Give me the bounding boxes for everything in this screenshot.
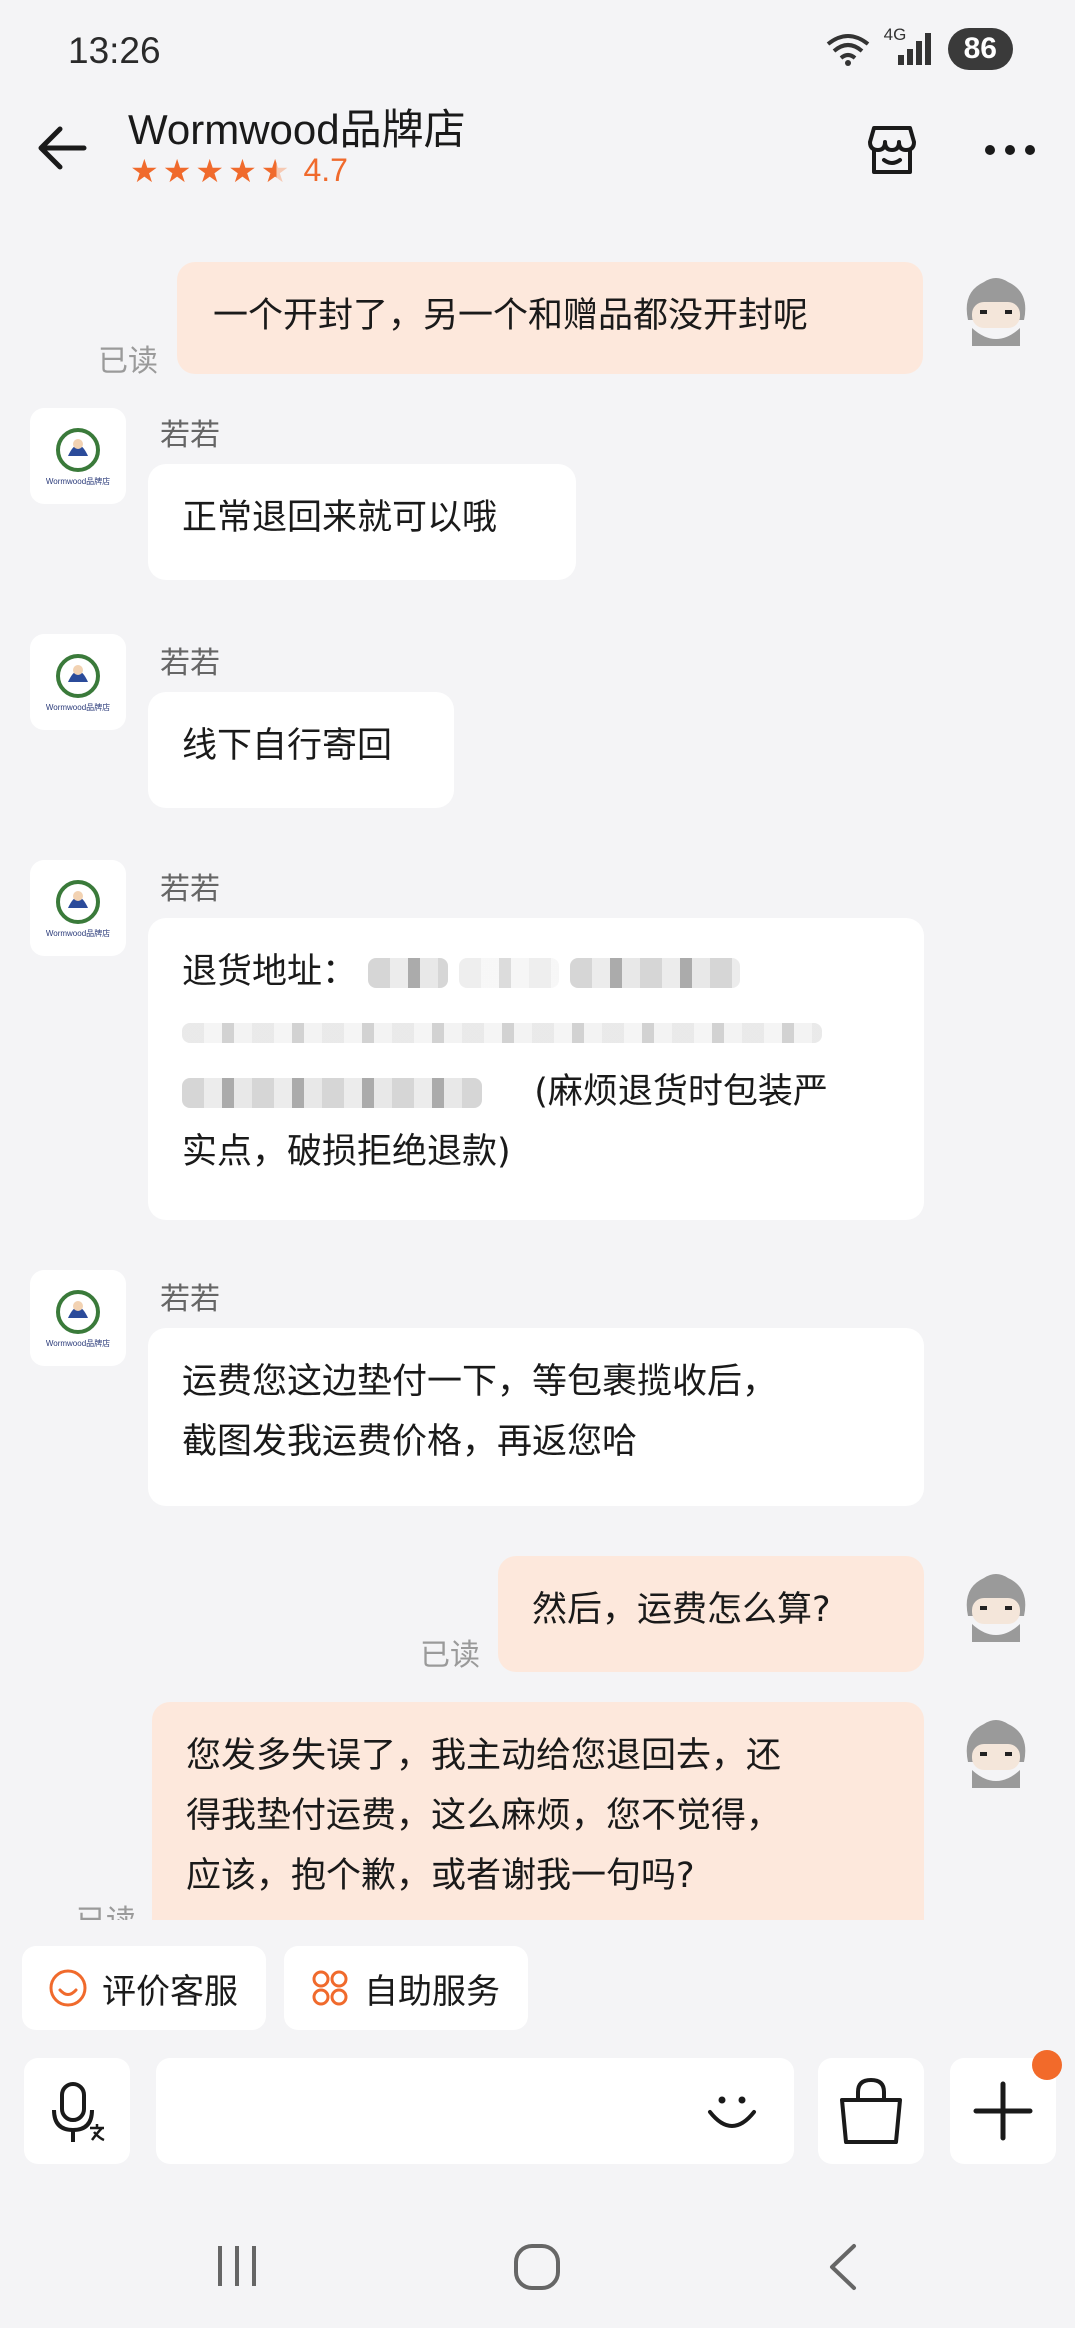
cell-signal-icon: 4G <box>884 25 934 67</box>
shop-logo-text: Wormwood品牌店 <box>45 928 111 938</box>
smile-icon <box>49 1969 87 2007</box>
read-receipt: 已读 <box>76 1896 136 1920</box>
my-message-bubble[interactable]: 一个开封了，另一个和赠品都没开封呢 <box>177 262 923 374</box>
shop-avatar[interactable]: Wormwood品牌店 <box>30 860 126 956</box>
rate-service-button[interactable]: 评价客服 <box>22 1946 266 2030</box>
store-icon[interactable] <box>862 120 922 180</box>
nav-back-icon[interactable] <box>822 2242 862 2292</box>
message-line: 运费您这边垫付一下，等包裹揽收后， <box>182 1362 778 1402</box>
wifi-icon <box>826 34 869 66</box>
star-icon: ★ <box>130 151 159 190</box>
wormwood-logo-icon <box>56 653 100 698</box>
product-button[interactable] <box>818 2058 924 2164</box>
shop-logo-text: Wormwood品牌店 <box>45 702 111 712</box>
redacted-text <box>459 958 560 988</box>
status-bar: 13:26 4G 86 <box>0 0 1075 100</box>
sender-name: 若若 <box>160 418 220 453</box>
recent-apps-icon[interactable] <box>212 2244 262 2288</box>
shop-logo-text: Wormwood品牌店 <box>45 476 111 486</box>
redacted-text <box>368 958 449 988</box>
sender-name: 若若 <box>160 1282 220 1317</box>
back-arrow-icon[interactable] <box>34 118 94 178</box>
star-icon: ★ <box>162 151 192 190</box>
wormwood-logo-icon <box>56 427 100 472</box>
user-avatar[interactable] <box>958 1568 1034 1648</box>
home-icon[interactable] <box>512 2242 562 2292</box>
status-icons: 4G 86 <box>826 25 1013 70</box>
wormwood-logo-icon <box>56 879 100 924</box>
chat-header: Wormwood品牌店 ★ ★ ★ ★ ★ 4.7 <box>0 90 1075 200</box>
microphone-icon <box>52 2082 105 2142</box>
half-star-icon: ★ <box>260 151 290 190</box>
redacted-text <box>182 1078 482 1108</box>
read-receipt: 已读 <box>98 344 158 379</box>
status-time: 13:26 <box>68 30 161 71</box>
add-more-button[interactable] <box>950 2050 1062 2164</box>
emoji-icon[interactable] <box>702 2082 762 2142</box>
shopping-bag-icon <box>840 2077 902 2144</box>
my-message-bubble[interactable]: 然后，运费怎么算? <box>498 1556 924 1672</box>
user-avatar[interactable] <box>958 272 1034 352</box>
rating-value: 4.7 <box>303 152 348 188</box>
message-line: 您发多失误了，我主动给您退回去，还 <box>186 1736 782 1776</box>
star-icon: ★ <box>195 151 225 190</box>
my-message-bubble[interactable]: 您发多失误了，我主动给您退回去，还 得我垫付运费，这么麻烦，您不觉得， 应该，抱… <box>152 1702 924 1920</box>
message-input-bar <box>0 2050 1075 2170</box>
read-receipt: 已读 <box>420 1638 480 1673</box>
self-service-label: 自助服务 <box>364 1971 500 2012</box>
voice-input-button[interactable] <box>24 2058 130 2164</box>
sender-name: 若若 <box>160 872 220 907</box>
shop-avatar[interactable]: Wormwood品牌店 <box>30 1270 126 1366</box>
shop-message-bubble[interactable]: 正常退回来就可以哦 <box>148 464 576 580</box>
wormwood-logo-icon <box>56 1289 100 1334</box>
rate-service-label: 评价客服 <box>102 1971 238 2012</box>
battery-badge: 86 <box>947 28 1013 70</box>
shop-message-bubble[interactable]: 运费您这边垫付一下，等包裹揽收后， 截图发我运费价格，再返您哈 <box>148 1328 924 1506</box>
grid-icon <box>312 1970 348 2006</box>
shop-message-bubble[interactable]: 线下自行寄回 <box>148 692 454 808</box>
address-note: (麻烦退货时包装严 <box>534 1072 828 1112</box>
self-service-button[interactable]: 自助服务 <box>284 1946 528 2030</box>
star-icon: ★ <box>228 151 257 190</box>
shop-rating: ★ ★ ★ ★ ★ 4.7 <box>130 152 348 189</box>
chat-message-list[interactable]: 已读 一个开封了，另一个和赠品都没开封呢 Wormwood品牌店 若若 正常退回… <box>0 250 1075 1920</box>
address-label: 退货地址： <box>182 952 358 992</box>
sender-name: 若若 <box>160 646 220 681</box>
shop-avatar[interactable]: Wormwood品牌店 <box>30 408 126 504</box>
redacted-text <box>182 1023 822 1043</box>
user-avatar[interactable] <box>958 1714 1034 1794</box>
shop-logo-text: Wormwood品牌店 <box>45 1338 111 1348</box>
address-note: 实点，破损拒绝退款) <box>182 1132 511 1172</box>
more-options-icon[interactable] <box>980 130 1040 170</box>
message-line: 得我垫付运费，这么麻烦，您不觉得， <box>186 1796 782 1836</box>
notification-dot <box>1032 2050 1062 2080</box>
redacted-text <box>570 958 741 988</box>
message-line: 截图发我运费价格，再返您哈 <box>182 1422 638 1462</box>
system-nav-bar <box>0 2200 1075 2328</box>
message-line: 应该，抱个歉，或者谢我一句吗? <box>186 1856 695 1896</box>
shop-address-bubble[interactable]: 退货地址： (麻烦退货时包装严 实点，破损拒绝退款) <box>148 918 924 1220</box>
message-input[interactable] <box>156 2058 794 2164</box>
shop-avatar[interactable]: Wormwood品牌店 <box>30 634 126 730</box>
shop-name[interactable]: Wormwood品牌店 <box>128 96 466 157</box>
